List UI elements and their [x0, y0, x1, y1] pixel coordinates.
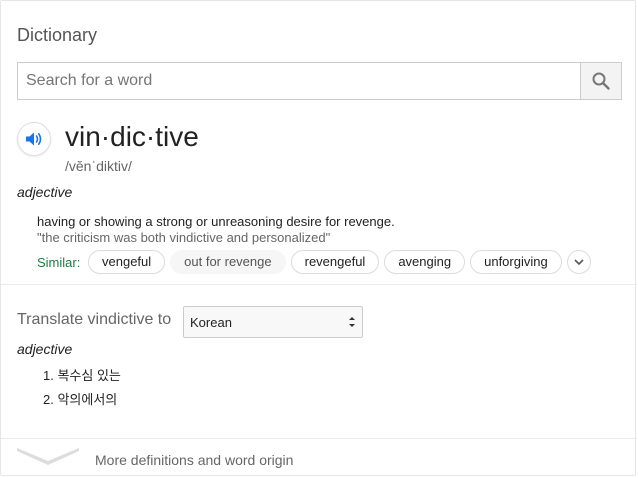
chevron-down-icon [17, 448, 79, 465]
speaker-icon [26, 132, 42, 146]
section-divider [1, 284, 637, 285]
language-select[interactable]: Korean [183, 306, 363, 338]
translation-part-of-speech: adjective [17, 341, 73, 357]
chevron-down-icon [574, 259, 584, 265]
translation-list: 1. 복수심 있는 2. 악의에서의 [43, 367, 121, 415]
phonetic-spelling: /vĕnˈdiktiv/ [65, 158, 132, 174]
translate-label: Translate vindictive to [17, 311, 172, 328]
similar-chip[interactable]: out for revenge [170, 250, 286, 274]
search-input[interactable] [18, 63, 582, 99]
pronounce-button[interactable] [17, 122, 51, 156]
translation-item: 2. 악의에서의 [43, 392, 118, 407]
similar-words: vengeful out for revenge revengeful aven… [88, 250, 591, 274]
similar-chip[interactable]: unforgiving [470, 250, 562, 274]
similar-chip[interactable]: revengeful [290, 250, 380, 274]
more-definitions-button[interactable]: More definitions and word origin [1, 439, 637, 477]
search-button[interactable] [580, 63, 621, 99]
example-sentence: "the criticism was both vindictive and p… [37, 230, 331, 245]
similar-label: Similar: [37, 255, 81, 270]
headword: vin·dic·tive [65, 121, 199, 152]
dictionary-card: Dictionary vin·dic·tive /vĕnˈdiktiv/ adj… [0, 0, 637, 477]
expand-similar-button[interactable] [566, 250, 591, 274]
dictionary-title: Dictionary [17, 25, 98, 45]
similar-chip[interactable]: vengeful [88, 250, 166, 274]
part-of-speech: adjective [17, 184, 73, 200]
search-box [17, 62, 622, 100]
search-icon [592, 72, 610, 90]
more-definitions-label: More definitions and word origin [95, 452, 294, 468]
select-arrows-icon [349, 317, 355, 327]
translation-item: 1. 복수심 있는 [43, 368, 121, 383]
definition-text: having or showing a strong or unreasonin… [37, 214, 395, 229]
similar-chip[interactable]: avenging [384, 250, 466, 274]
language-select-value: Korean [190, 315, 232, 330]
